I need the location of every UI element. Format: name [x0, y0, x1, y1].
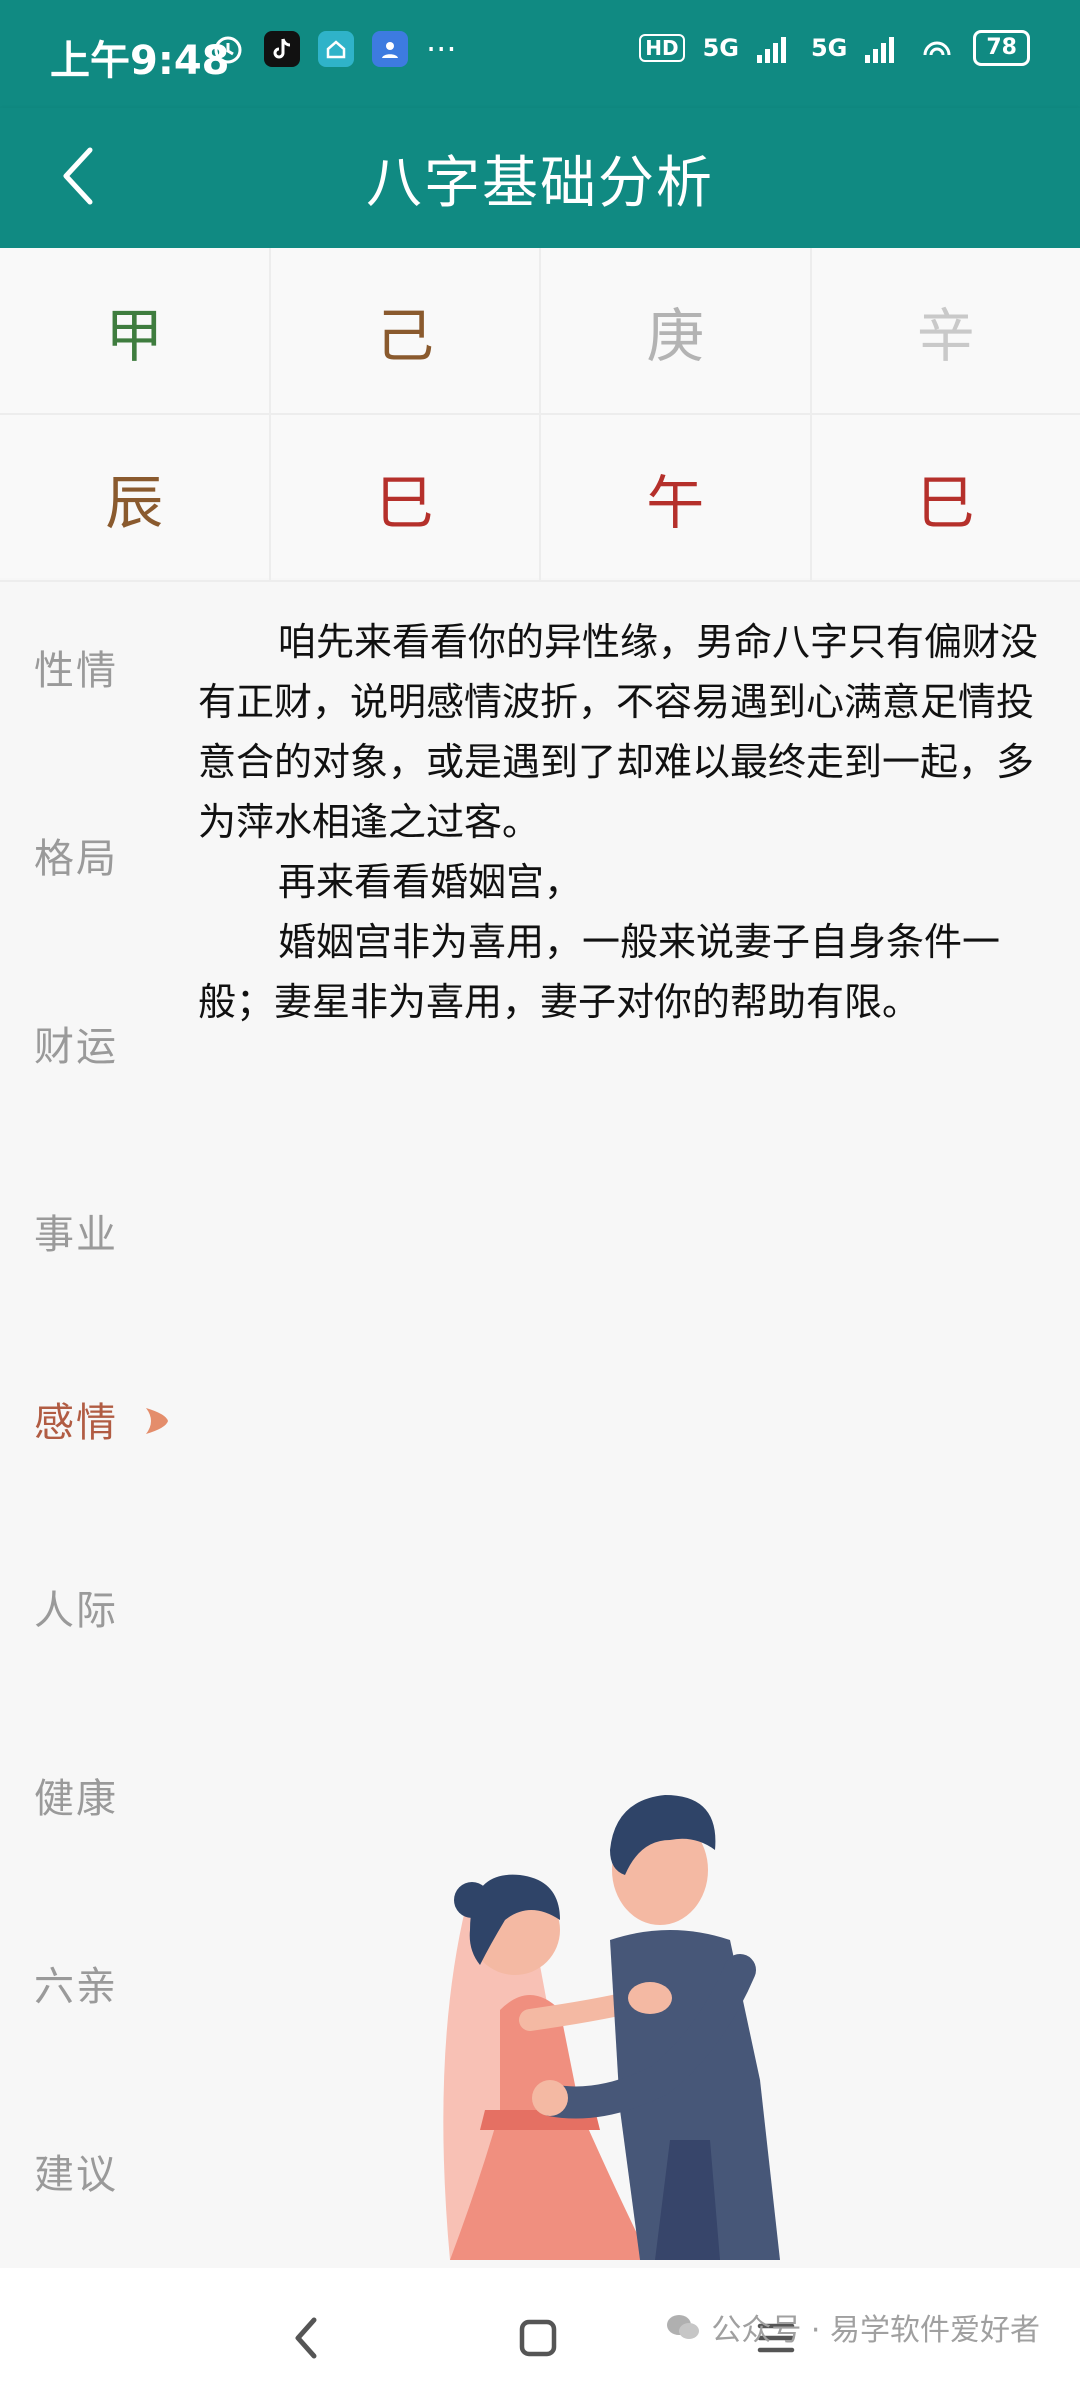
bazi-pillars-grid: 甲 己 庚 辛 辰 巳 午 巳 — [0, 248, 1080, 582]
active-chevron-icon — [146, 1408, 168, 1434]
alarm-icon — [210, 31, 246, 67]
watermark-text: 公众号 · 易学软件爱好者 — [711, 2313, 1040, 2348]
stem-cell-month: 己 — [271, 248, 541, 413]
sidebar-item-social[interactable]: 人际 — [34, 1578, 118, 1636]
sidebar-item-pattern[interactable]: 格局 — [34, 826, 118, 884]
nav-back-button[interactable] — [278, 2308, 338, 2368]
status-icons-right: HD 5G 5G 78 — [639, 30, 1030, 66]
analysis-paragraph: 再来看看婚姻宫， — [278, 860, 583, 904]
sidebar-item-health[interactable]: 健康 — [34, 1766, 118, 1824]
branch-cell-hour: 巳 — [916, 468, 975, 537]
more-status-icon: ··· — [426, 30, 457, 68]
nav-home-button[interactable] — [508, 2308, 568, 2368]
stem-cell-hour: 辛 — [916, 301, 975, 370]
signal-icon — [756, 37, 786, 63]
branch-cell-year: 辰 — [0, 415, 271, 580]
wechat-icon — [667, 2315, 700, 2339]
stem-cell-year: 甲 — [0, 248, 271, 413]
profile-app-icon — [372, 31, 408, 67]
sidebar-item-wealth[interactable]: 财运 — [34, 1014, 118, 1072]
branches-row: 辰 巳 午 巳 — [0, 415, 1080, 582]
couple-illustration — [443, 1795, 780, 2260]
status-bar: 上午9:48 ··· HD 5G 5G 78 — [0, 0, 1080, 108]
app-bar: 八字基础分析 — [0, 108, 1080, 248]
analysis-paragraph: 咱先来看看你的异性缘，男命八字只有偏财没有正财，说明感情波折，不容易遇到心满意足… — [198, 620, 1039, 844]
page-title: 八字基础分析 — [366, 151, 714, 216]
sidebar-item-family[interactable]: 六亲 — [34, 1954, 118, 2012]
analysis-paragraph: 婚姻宫非为喜用，一般来说妻子自身条件一般；妻星非为喜用，妻子对你的帮助有限。 — [198, 920, 1001, 1024]
sidebar-item-personality[interactable]: 性情 — [34, 638, 118, 696]
status-icons-left: ··· — [210, 30, 457, 68]
status-time: 上午9:48 — [50, 38, 230, 84]
battery-indicator: 78 — [973, 30, 1030, 66]
category-sidebar: 性情 格局 财运 事业 感情 人际 健康 六亲 建议 — [0, 578, 170, 2268]
nav-back-icon — [295, 2317, 317, 2359]
hotspot-icon — [923, 41, 951, 56]
stems-row: 甲 己 庚 辛 — [0, 248, 1080, 415]
analysis-content: 咱先来看看你的异性缘，男命八字只有偏财没有正财，说明感情波折，不容易遇到心满意足… — [198, 612, 1058, 1032]
branch-cell-month: 巳 — [271, 415, 541, 580]
signal-icon-2 — [865, 37, 895, 63]
home-app-icon — [318, 31, 354, 67]
watermark: 公众号 · 易学软件爱好者 — [665, 2305, 1040, 2349]
tiktok-icon — [264, 31, 300, 67]
sidebar-item-advice[interactable]: 建议 — [34, 2142, 118, 2200]
nav-home-icon — [519, 2319, 557, 2357]
hd-badge: HD — [639, 34, 685, 62]
network-2: 5G — [810, 34, 848, 62]
sidebar-item-love[interactable]: 感情 — [34, 1390, 118, 1448]
network-1: 5G — [702, 34, 739, 62]
stem-cell-day: 庚 — [541, 248, 812, 413]
sidebar-item-career[interactable]: 事业 — [34, 1202, 118, 1260]
branch-cell-day: 午 — [541, 415, 812, 580]
